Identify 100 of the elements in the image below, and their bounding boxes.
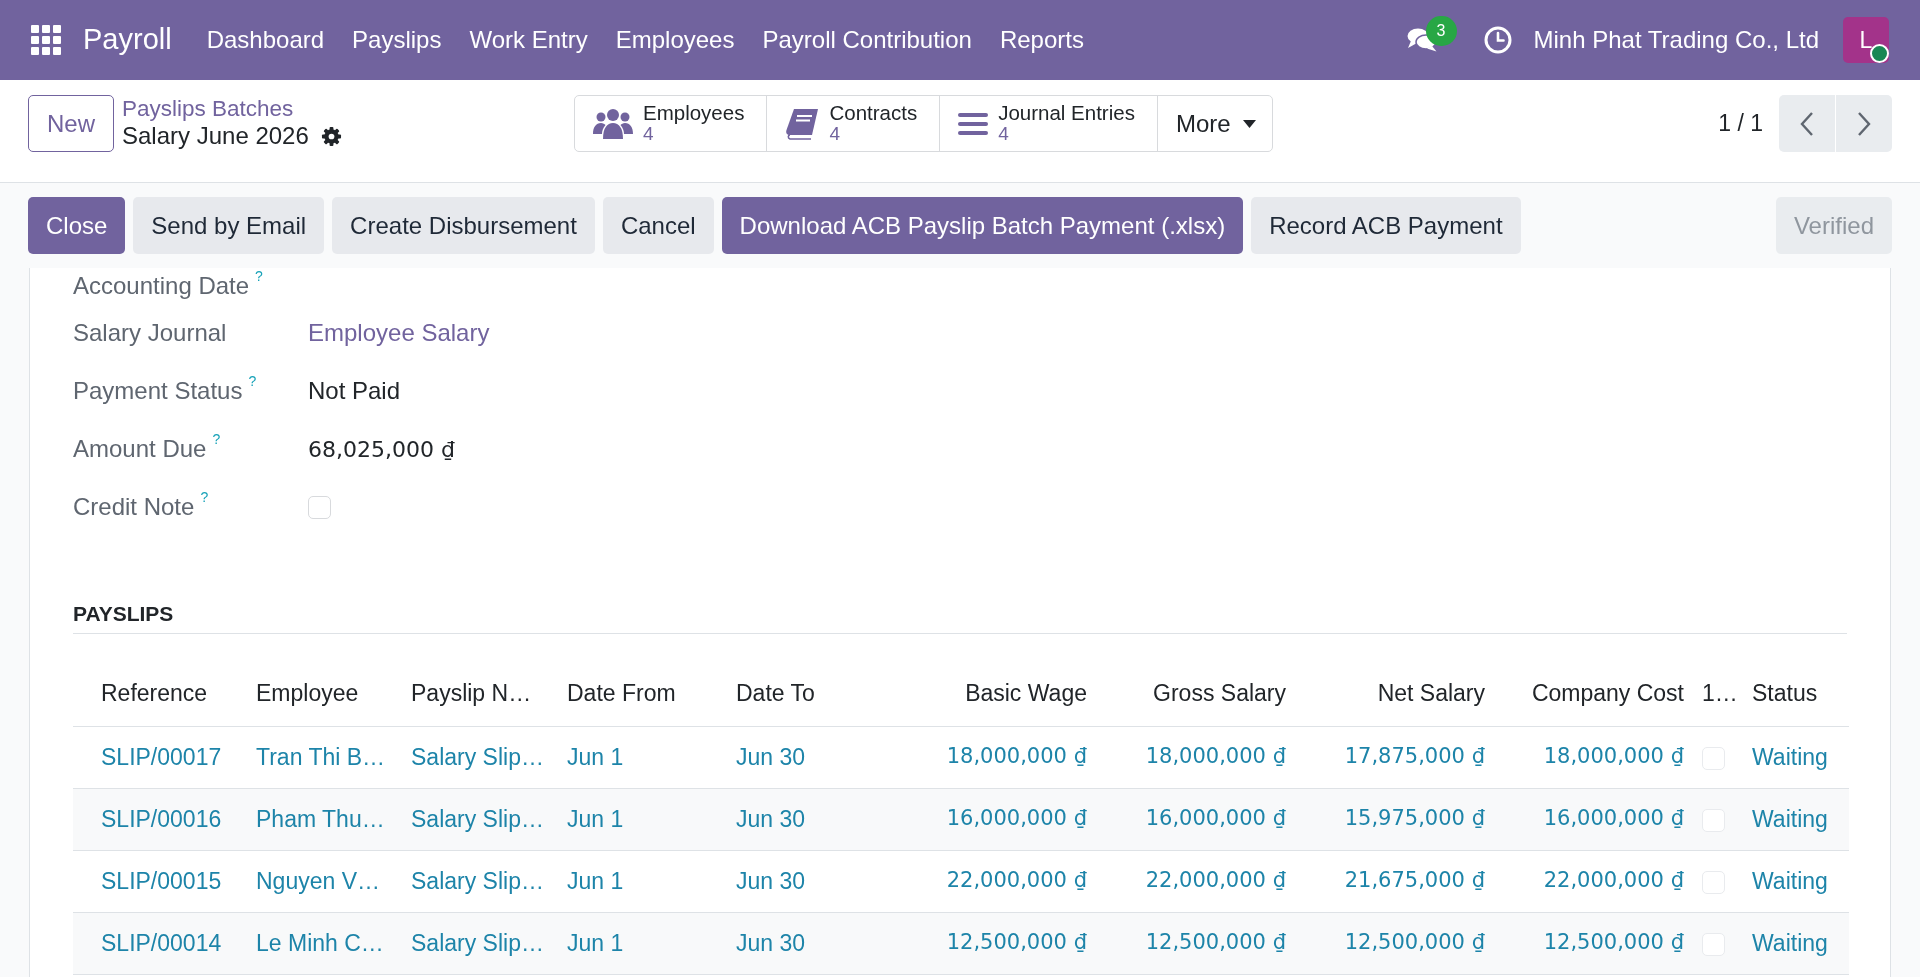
table-cell: 21,675,000 ₫ [1296,850,1495,912]
table-cell: Salary Slip… [401,726,557,788]
action-button[interactable]: Download ACB Payslip Batch Payment (.xlsx) [721,197,1244,254]
table-cell: 17,875,000 ₫ [1296,726,1495,788]
smart-button[interactable]: Contracts 4 [767,96,941,151]
field-value: Not Paid [308,376,401,406]
table-cell: 12,500,000 ₫ [901,912,1097,974]
table-cell: Jun 30 [726,788,901,850]
record-title: Salary June 2026 [122,121,309,152]
table-cell: Nguyen V… [246,850,401,912]
list-icon [958,111,989,136]
table-cell: Jun 30 [726,912,901,974]
field-value: 68,025,000 ₫ [308,435,455,464]
user-avatar[interactable]: L [1843,17,1889,63]
table-cell: SLIP/00014 [73,912,246,974]
column-header[interactable]: Status [1742,661,1849,726]
column-header[interactable]: Date From [557,661,726,726]
table-cell: 12,500,000 ₫ [1097,912,1296,974]
table-cell: 18,000,000 ₫ [901,726,1097,788]
journal-link[interactable]: Employee Salary [308,315,490,351]
table-cell: SLIP/00016 [73,788,246,850]
field-label: Salary Journal [73,318,227,348]
table-cell: Tran Thi B… [246,726,401,788]
help-mark[interactable]: ? [248,374,257,388]
table-cell: SLIP/00015 [73,850,246,912]
people-icon [593,107,633,140]
menu-item[interactable]: Payslips [338,22,456,58]
column-header[interactable]: 1… [1694,661,1742,726]
company-name[interactable]: Minh Phat Trading Co., Ltd [1533,22,1819,58]
more-dropdown[interactable]: More [1157,96,1272,151]
table-cell: Waiting [1742,788,1849,850]
table-row[interactable]: SLIP/00017 Tran Thi B… Salary Slip… Jun 1 Jun 30 18,000,000 ₫ 18,000,000 ₫ 17,875,000 ₫ 18,000,000 ₫ Waiting [73,726,1849,788]
action-button[interactable]: Cancel [602,197,714,254]
table-cell: 22,000,000 ₫ [901,850,1097,912]
table-cell: 22,000,000 ₫ [1097,850,1296,912]
column-header[interactable]: Reference [73,661,246,726]
gear-icon[interactable] [320,125,342,147]
help-mark[interactable]: ? [255,269,263,283]
table-cell: Jun 1 [557,912,726,974]
field-label: Accounting Date [73,271,250,301]
table-cell: 18,000,000 ₫ [1097,726,1296,788]
section-title: PAYSLIPS [73,602,174,625]
column-header[interactable]: Net Salary [1296,661,1495,726]
table-cell: Salary Slip… [401,850,557,912]
table-cell: Pham Thu… [246,788,401,850]
action-button[interactable]: Create Disbursement [332,197,595,254]
action-button[interactable]: Close [28,197,126,254]
column-header[interactable]: Date To [726,661,901,726]
table-cell: Jun 30 [726,850,901,912]
table-cell: Waiting [1742,912,1849,974]
table-cell: Jun 30 [726,726,901,788]
menu-item[interactable]: Reports [985,22,1098,58]
field-label: Amount Due [73,434,207,464]
menu-item[interactable]: Work Entry [455,22,602,58]
table-cell: 12,500,000 ₫ [1495,912,1694,974]
previous-button[interactable] [1779,95,1835,152]
table-cell: Jun 1 [557,850,726,912]
table-cell: Salary Slip… [401,912,557,974]
pager-value: 1 / 1 [1718,109,1763,139]
table-cell: SLIP/00017 [73,726,246,788]
checkbox[interactable] [308,495,331,519]
table-cell: 16,000,000 ₫ [1097,788,1296,850]
help-mark[interactable]: ? [200,490,209,504]
caret-icon [1242,119,1256,128]
menu-item[interactable]: Payroll Contribution [748,22,986,58]
next-button[interactable] [1836,95,1892,152]
smart-button[interactable]: Employees 4 [575,96,768,151]
column-header[interactable]: Gross Salary [1097,661,1296,726]
book-icon [785,107,820,140]
table-cell: 15,975,000 ₫ [1296,788,1495,850]
clock-icon[interactable] [1483,26,1512,54]
column-header[interactable]: Basic Wage [901,661,1097,726]
table-cell: Waiting [1742,726,1849,788]
column-header[interactable]: Company Cost [1495,661,1694,726]
action-button[interactable]: Send by Email [133,197,325,254]
field-label: Payment Status [73,376,243,406]
chevron-left-icon [1800,110,1814,137]
breadcrumb-link[interactable]: Payslips Batches [122,95,342,122]
new-button[interactable]: New [28,95,114,152]
grid-menu-icon[interactable] [31,25,61,55]
table-cell: Waiting [1742,850,1849,912]
smart-button[interactable]: Journal Entries 4 [940,96,1158,151]
column-header[interactable]: Employee [246,661,401,726]
table-cell: 18,000,000 ₫ [1495,726,1694,788]
action-button[interactable]: Record ACB Payment [1251,197,1521,254]
app-name[interactable]: Payroll [83,18,172,62]
table-cell: Jun 1 [557,788,726,850]
field-label: Credit Note [73,492,195,522]
menu-item[interactable]: Dashboard [192,22,339,58]
table-cell: 22,000,000 ₫ [1495,850,1694,912]
table-row[interactable]: SLIP/00014 Le Minh C… Salary Slip… Jun 1 Jun 30 12,500,000 ₫ 12,500,000 ₫ 12,500,000 ₫ 12,500,000 ₫ Waiting [73,912,1849,974]
table-row[interactable]: SLIP/00016 Pham Thu… Salary Slip… Jun 1 Jun 30 16,000,000 ₫ 16,000,000 ₫ 15,975,000 ₫ 16,000,000 ₫ Waiting [73,788,1849,850]
table-cell: 12,500,000 ₫ [1296,912,1495,974]
table-row[interactable]: SLIP/00015 Nguyen V… Salary Slip… Jun 1 Jun 30 22,000,000 ₫ 22,000,000 ₫ 21,675,000 ₫ 22,000,000 ₫ Waiting [73,850,1849,912]
help-mark[interactable]: ? [212,432,221,446]
column-header[interactable]: Payslip N… [401,661,557,726]
table-cell: 16,000,000 ₫ [1495,788,1694,850]
table-cell: Jun 1 [557,726,726,788]
menu-item[interactable]: Employees [601,22,749,58]
table-cell: Le Minh C… [246,912,401,974]
